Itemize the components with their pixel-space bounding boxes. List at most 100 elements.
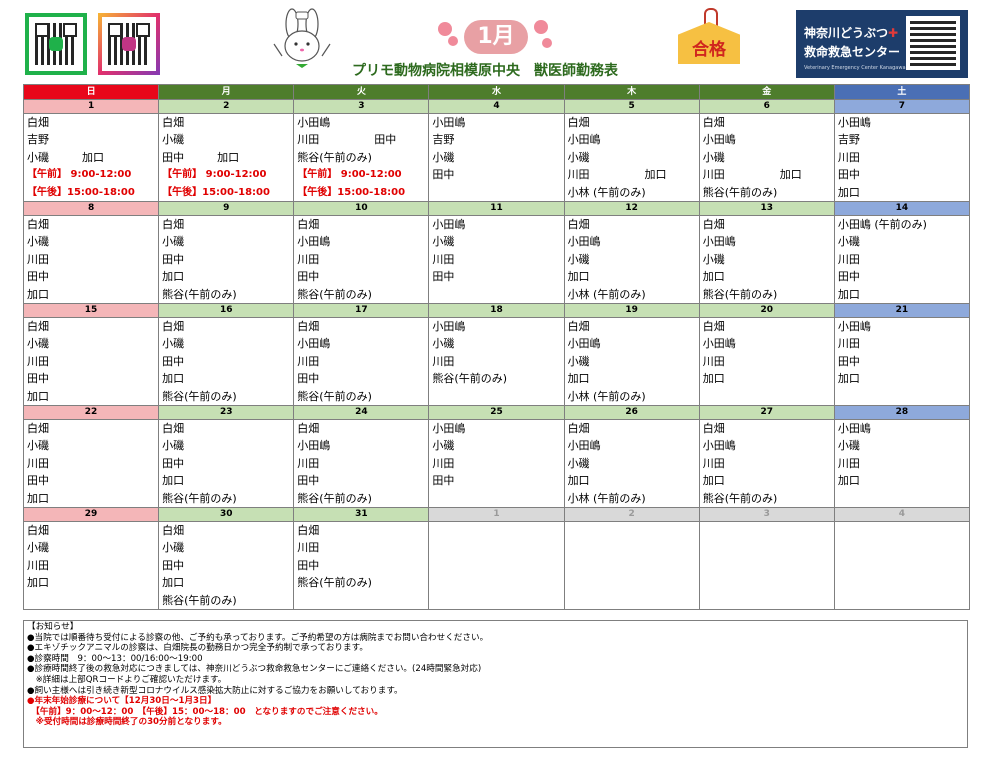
day-cell: 小田嶋 (午前のみ) 小磯 川田 田中 加口 (833, 215, 971, 304)
vet-name (838, 490, 969, 507)
day-cell: 白畑 小田嶋 小磯 加口 小林 (午前のみ) (563, 419, 700, 508)
vet-name: 白畑 (567, 116, 590, 129)
date-number: 18 (428, 303, 565, 318)
vet-name: 熊谷(午前のみ) (162, 389, 237, 403)
vet-name: 川田 田中 (297, 133, 397, 147)
vet-name: 川田 (27, 558, 49, 572)
day-cell: 白畑 小磯 川田 田中 加口 (22, 419, 160, 508)
vet-name: 小田嶋 (702, 439, 736, 453)
vet-name: 熊谷(午前のみ) (297, 287, 372, 301)
vet-name (432, 574, 563, 591)
weekday-header: 木 (563, 84, 700, 100)
vet-name: 川田 加口 (702, 168, 802, 182)
schedule-row: 白畑 小磯 川田 田中 加口 白畑 小磯 田中 加口 熊谷(午前のみ) 白畑 小田嶋 川田 田中 熊谷(午前… (22, 317, 971, 406)
vet-name: 小田嶋 (432, 218, 466, 231)
vet-name: 小磯 (27, 541, 49, 555)
instagram-icon (122, 37, 136, 51)
vet-name: 小磯 (432, 439, 455, 453)
flower-icon (542, 38, 552, 48)
day-cell (428, 521, 565, 610)
date-header-row: 8 9 10 11 12 13 14 (22, 201, 971, 216)
vet-name: 川田 (297, 456, 320, 470)
date-number: 31 (293, 507, 430, 522)
vet-name: 小磯 (27, 439, 49, 453)
day-cell: 白畑 小磯 田中 加口 熊谷(午前のみ) (158, 521, 295, 610)
vet-name: 小林 (午前のみ) (567, 185, 646, 199)
day-cell: 小田嶋 小磯 川田 田中 (428, 419, 565, 508)
notice-box: 【お知らせ】 ●当院では順番待ち受付による診察の他、ご予約も承っております。ご予約… (23, 620, 968, 748)
day-cell: 白畑 小田嶋 小磯 加口 小林 (午前のみ) (563, 317, 700, 406)
notice-line: ●当院では順番待ち受付による診察の他、ご予約も承っております。ご予約希望の方は病… (27, 632, 489, 643)
emergency-center-banner[interactable]: 神奈川どうぶつ✚ 救命救急センター Veterinary Emergency C… (796, 10, 968, 78)
vet-name: 熊谷(午前のみ) (432, 372, 508, 386)
vet-name: 白畑 (27, 320, 49, 333)
vet-name: 加口 (567, 474, 590, 488)
rabbit-nurse-illustration (273, 8, 331, 68)
line-icon (49, 37, 63, 51)
vet-name (27, 592, 158, 609)
schedule-row: 白畑 吉野 小磯 加口 【午前】 9:00-12:00 【午後】15:00-18:00 白… (22, 113, 971, 202)
date-number: 29 (22, 507, 160, 522)
emergency-center-english: Veterinary Emergency Center Kanagawa (804, 65, 906, 71)
vet-name (703, 388, 834, 405)
vet-name (432, 490, 563, 507)
date-number: 7 (833, 99, 971, 114)
vet-name (568, 574, 699, 591)
date-number: 17 (293, 303, 430, 318)
vet-name: 田中 (162, 456, 185, 470)
vet-name: 小磯 (702, 150, 725, 164)
vet-name: 小田嶋 (432, 116, 466, 129)
vet-name: 白畑 (27, 422, 49, 435)
vet-name (703, 592, 834, 609)
vet-name: 小磯 (162, 541, 185, 555)
vet-name: 白畑 (567, 422, 590, 435)
vet-name: 熊谷(午前のみ) (702, 491, 778, 505)
date-number: 2 (563, 507, 700, 522)
vet-name: 小磯 (27, 337, 49, 351)
date-number: 6 (698, 99, 835, 114)
vet-name: 小磯 (162, 235, 185, 249)
vet-name: 小磯 (567, 252, 590, 266)
date-number: 3 (698, 507, 835, 522)
vet-name: 加口 (702, 270, 725, 284)
vet-name: 加口 (702, 474, 725, 488)
vet-name: 川田 加口 (567, 168, 667, 182)
day-cell: 小田嶋 川田 田中 加口 (833, 317, 971, 406)
day-cell (563, 521, 700, 610)
vet-name: 吉野 (837, 133, 860, 147)
day-cell: 白畑 小磯 田中 加口 熊谷(午前のみ) (158, 419, 295, 508)
notice-alert-line: 【午前】9：00～12：00 【午後】15：00～18：00 となりますのでご注… (27, 706, 383, 717)
vet-name: 熊谷(午前のみ) (297, 389, 372, 403)
vet-name: 田中 (27, 372, 49, 386)
date-number: 14 (833, 201, 971, 216)
vet-name (432, 286, 563, 303)
vet-name: 川田 (27, 252, 49, 266)
weekday-header-row: 日 月 火 水 木 金 土 (22, 84, 971, 100)
vet-name: 川田 (27, 456, 49, 470)
vet-name: 白畑 (27, 524, 49, 537)
hours-note: 【午後】15:00-18:00 (27, 186, 135, 198)
vet-name (432, 388, 563, 405)
day-cell: 白畑 小磯 田中 加口 熊谷(午前のみ) (158, 215, 295, 304)
emergency-qr-code[interactable] (906, 16, 960, 70)
date-number: 24 (293, 405, 430, 420)
vet-name: 小磯 (432, 235, 455, 249)
vet-name: 小磯 (567, 150, 590, 164)
date-number: 5 (563, 99, 700, 114)
day-cell: 白畑 小磯 川田 田中 加口 (22, 215, 160, 304)
vet-name: 小田嶋 (297, 116, 331, 129)
vet-name: 熊谷(午前のみ) (162, 593, 237, 607)
hours-note: 【午前】 9:00-12:00 (297, 169, 402, 181)
date-number: 30 (158, 507, 295, 522)
date-number: 19 (563, 303, 700, 318)
notice-alert-line: ※受付時間は診療時間終了の30分前となります。 (27, 717, 227, 728)
vet-name: 川田 (297, 354, 320, 368)
vet-name: 熊谷(午前のみ) (297, 491, 372, 505)
schedule-row: 白畑 小磯 川田 田中 加口 白畑 小磯 田中 加口 熊谷(午前のみ) 白畑 小田嶋 川田 田中 熊谷(午前… (22, 215, 971, 304)
vet-name: 小田嶋 (702, 337, 736, 351)
flower-icon (534, 20, 548, 34)
vet-name: 熊谷(午前のみ) (297, 150, 372, 164)
line-qr-code[interactable] (25, 13, 87, 75)
vet-name: 田中 (27, 474, 49, 488)
instagram-qr-code[interactable] (98, 13, 160, 75)
